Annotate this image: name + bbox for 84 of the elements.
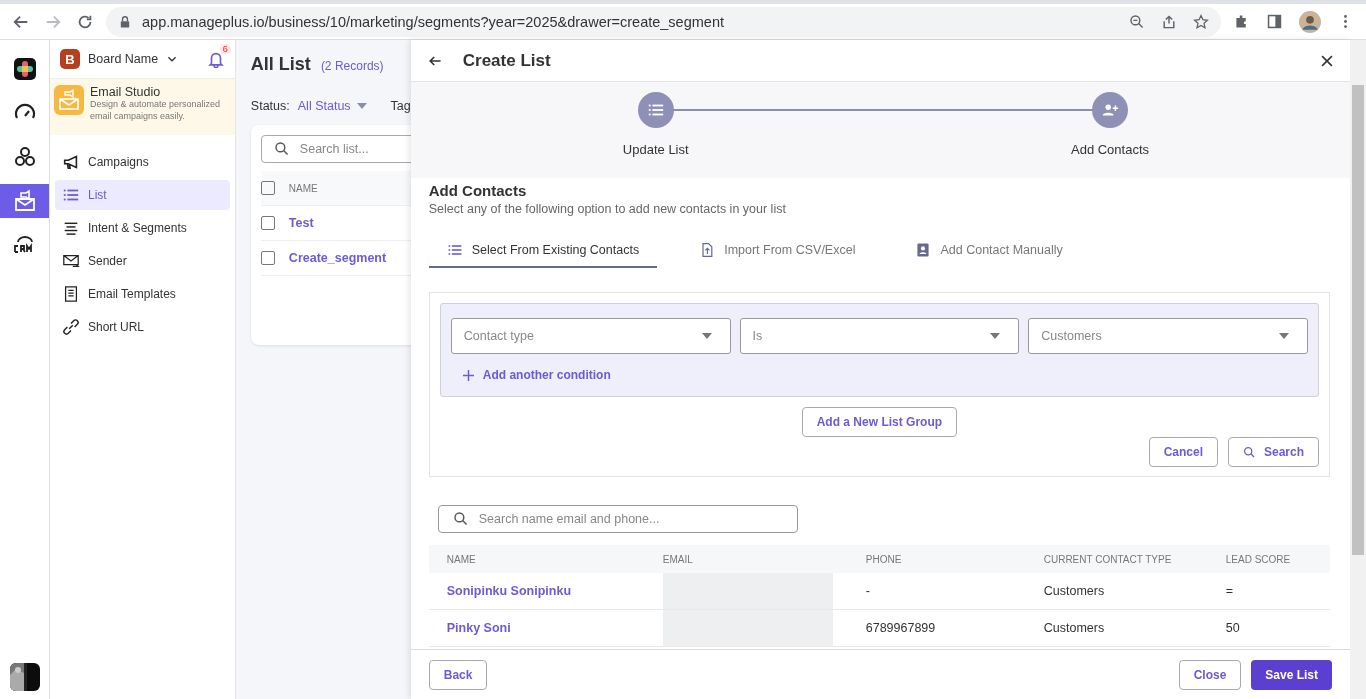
app-title: Email Studio xyxy=(90,85,162,99)
sidebar-item[interactable]: Sender xyxy=(55,246,230,276)
list-name-link[interactable]: Test xyxy=(288,216,314,230)
table-cell-text: Customers xyxy=(1043,621,1106,635)
search-field[interactable]: Search list... xyxy=(260,135,411,163)
scrollbar[interactable] xyxy=(1350,40,1366,699)
table-cell-text: 6789967899 xyxy=(865,621,937,635)
bell-icon[interactable] xyxy=(206,50,225,68)
back-button[interactable]: Back xyxy=(428,659,488,690)
search-icon xyxy=(273,141,290,157)
sidebar-item[interactable]: Email Templates xyxy=(55,279,230,309)
email-icon xyxy=(54,85,84,115)
select-field[interactable]: Customers xyxy=(1028,318,1309,354)
sidebar-item[interactable]: List xyxy=(55,180,230,210)
caret-icon xyxy=(990,333,1001,339)
column-header: PHONE xyxy=(865,553,903,565)
table-cell-text: 50 xyxy=(1225,621,1241,635)
link-icon xyxy=(62,318,80,336)
step-label: Add Contacts xyxy=(1071,142,1150,157)
save-list-button[interactable]: Save List xyxy=(1251,659,1332,690)
table-cell-text: = xyxy=(1225,584,1235,598)
contact-name-link[interactable]: Sonipinku Sonipinku xyxy=(446,584,663,598)
circles-icon[interactable] xyxy=(12,145,37,169)
sidepanel-icon[interactable] xyxy=(1266,13,1283,30)
step-label: Update List xyxy=(622,142,689,157)
contact-card-icon xyxy=(915,242,932,258)
address-bar[interactable]: app.manageplus.io/business/10/marketing/segments?year=2025&drawer=create_segment xyxy=(106,6,1221,37)
cancel-button[interactable]: Cancel xyxy=(1148,437,1218,467)
caret-icon xyxy=(1279,333,1290,339)
megaphone-icon xyxy=(62,153,80,171)
drawer-title: Create List xyxy=(462,50,551,71)
share-icon[interactable] xyxy=(1161,13,1177,30)
board-name[interactable]: Board Name xyxy=(88,52,159,66)
status-label: Status: xyxy=(250,99,290,113)
email-icon[interactable] xyxy=(12,189,37,213)
board-avatar: B xyxy=(60,49,80,69)
add-group-button[interactable]: Add a New List Group xyxy=(801,407,958,437)
tab[interactable]: Import From CSV/Excel xyxy=(681,234,874,268)
column-header: LEAD SCORE xyxy=(1225,553,1292,565)
document-icon xyxy=(62,285,80,303)
close-icon[interactable] xyxy=(1320,53,1334,68)
column-header: NAME xyxy=(446,553,477,565)
column-header: NAME xyxy=(288,182,318,194)
avatar-icon[interactable] xyxy=(1299,10,1321,33)
app-description: Design & automate personalized email campaigns easily. xyxy=(90,99,222,123)
close-button[interactable]: Close xyxy=(1178,659,1242,690)
notification-count: 6 xyxy=(219,44,231,54)
search-icon xyxy=(452,511,469,527)
column-header: CURRENT CONTACT TYPE xyxy=(1043,553,1173,565)
sidebar-item[interactable]: Campaigns xyxy=(55,147,230,177)
record-count: (2 Records) xyxy=(320,59,384,73)
caret-icon xyxy=(356,103,367,109)
list-name-link[interactable]: Create_segment xyxy=(288,251,387,265)
caret-icon xyxy=(701,333,712,339)
checkbox[interactable] xyxy=(260,181,275,195)
search-button[interactable]: Search xyxy=(1228,437,1319,467)
contact-name-link[interactable]: Pinky Soni xyxy=(446,621,663,635)
status-dropdown[interactable]: All Status xyxy=(297,99,367,113)
table-cell-text: - xyxy=(865,584,871,598)
select-field[interactable]: Contact type xyxy=(450,318,731,354)
table-cell-text: Customers xyxy=(1043,584,1106,598)
column-header: EMAIL xyxy=(662,553,694,565)
search-field[interactable]: Search name email and phone... xyxy=(437,505,798,533)
envelope-icon xyxy=(62,252,80,270)
scrollbar-thumb[interactable] xyxy=(1352,85,1364,555)
section-subtitle: Select any of the following option to add new contacts in your list xyxy=(428,202,787,216)
add-condition-link[interactable]: Add another condition xyxy=(462,368,611,382)
checkbox[interactable] xyxy=(260,251,275,265)
select-field[interactable]: Is xyxy=(739,318,1020,354)
tab[interactable]: Add Contact Manually xyxy=(897,234,1081,268)
list-icon xyxy=(446,242,463,258)
sidebar-item[interactable]: Short URL xyxy=(55,312,230,342)
plus-icon xyxy=(462,369,474,381)
sidebar-item[interactable]: Intent & Segments xyxy=(55,213,230,243)
checkbox[interactable] xyxy=(260,216,275,230)
tags-label: Tag xyxy=(390,99,411,113)
zoom-icon[interactable] xyxy=(1129,13,1145,30)
search-icon xyxy=(1243,445,1256,459)
app-logo-icon[interactable] xyxy=(12,57,37,81)
section-title: Add Contacts xyxy=(428,182,528,199)
lock-icon xyxy=(118,14,132,29)
star-icon[interactable] xyxy=(1193,13,1209,30)
tab[interactable]: Select From Existing Contacts xyxy=(428,234,658,268)
page-title: All List xyxy=(250,54,311,75)
